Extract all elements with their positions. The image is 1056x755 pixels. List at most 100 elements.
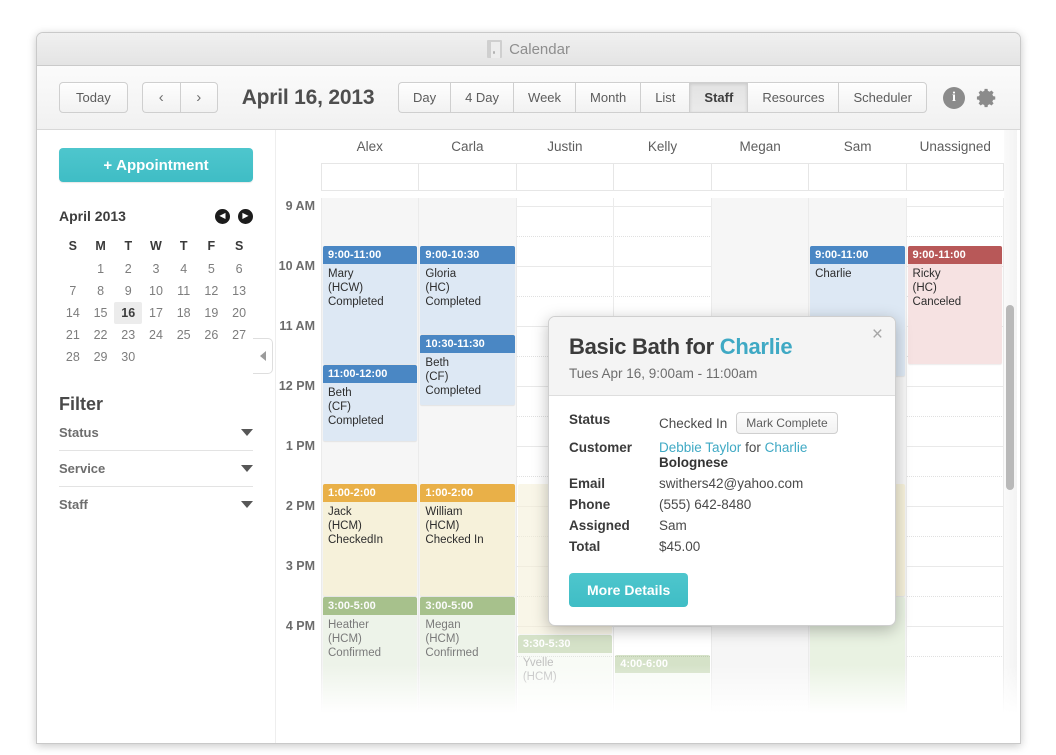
sidebar-collapse-handle[interactable] <box>253 338 273 374</box>
staff-column-header-sam[interactable]: Sam <box>809 130 907 163</box>
customer-link[interactable]: Debbie Taylor <box>659 440 741 455</box>
calendar-event[interactable]: 1:00-2:00 Jack (HCM) CheckedIn <box>323 484 418 596</box>
total-label: Total <box>569 539 601 554</box>
filter-row-service[interactable]: Service <box>59 451 253 487</box>
customer-label: Customer <box>569 440 633 455</box>
new-appointment-button[interactable]: + Appointment <box>59 148 253 182</box>
gear-icon[interactable] <box>976 87 998 109</box>
view-button-scheduler[interactable]: Scheduler <box>838 82 927 113</box>
mini-calendar-day[interactable]: 4 <box>170 258 198 280</box>
mini-calendar-day[interactable]: 24 <box>142 324 170 346</box>
event-name: Jack <box>328 506 352 518</box>
mini-calendar-next-icon[interactable]: ▶ <box>238 208 253 224</box>
mini-calendar-day[interactable]: 3 <box>142 258 170 280</box>
staff-lane-alex[interactable]: 9:00-11:00 Mary (HCW) Completed 11:00-12:00 B… <box>321 198 420 743</box>
email-label: Email <box>569 476 606 491</box>
mini-calendar-day[interactable]: 26 <box>198 324 226 346</box>
calendar-event[interactable]: 3:00-5:00 Heather (HCM) Confirmed <box>323 597 418 717</box>
filter-row-staff[interactable]: Staff <box>59 487 253 522</box>
mini-calendar-day[interactable]: 6 <box>225 258 253 280</box>
mini-calendar-day[interactable]: 7 <box>59 280 87 302</box>
all-day-cell[interactable] <box>809 163 907 191</box>
staff-lane-unassigned[interactable]: 9:00-11:00 Ricky (HC) Canceled <box>907 198 1004 743</box>
mini-calendar-day[interactable]: 17 <box>142 302 170 324</box>
view-button-week[interactable]: Week <box>513 82 576 113</box>
event-body: Yvelle (HCM) <box>518 653 612 687</box>
staff-column-header-carla[interactable]: Carla <box>419 130 517 163</box>
mini-calendar-prev-icon[interactable]: ◀ <box>215 208 230 224</box>
all-day-cell[interactable] <box>516 163 615 191</box>
calendar-event[interactable]: 1:00-2:00 William (HCM) Checked In <box>420 484 515 596</box>
mini-calendar-day[interactable]: 18 <box>170 302 198 324</box>
mini-calendar-header: April 2013 ◀ ▶ <box>59 208 253 224</box>
calendar-event[interactable]: 9:00-10:30 Gloria (HC) Completed <box>420 246 515 334</box>
calendar-scrollbar-thumb[interactable] <box>1006 305 1014 490</box>
info-icon[interactable]: i <box>943 86 965 109</box>
calendar-event[interactable]: 11:00-12:00 Beth (CF) Completed <box>323 365 418 441</box>
next-date-button[interactable]: › <box>179 82 218 113</box>
mini-calendar-day[interactable]: 9 <box>114 280 142 302</box>
calendar-scrollbar[interactable] <box>1004 130 1017 743</box>
view-button-list[interactable]: List <box>640 82 690 113</box>
calendar-event[interactable]: 10:30-11:30 Beth (CF) Completed <box>420 335 515 405</box>
mini-calendar-day[interactable]: 10 <box>142 280 170 302</box>
mini-calendar-day[interactable]: 28 <box>59 346 87 368</box>
mini-calendar-day[interactable]: 23 <box>114 324 142 346</box>
mini-calendar-day[interactable]: 30 <box>114 346 142 368</box>
mini-calendar-day[interactable]: 12 <box>198 280 226 302</box>
staff-column-header-megan[interactable]: Megan <box>711 130 809 163</box>
mark-complete-button[interactable]: Mark Complete <box>736 412 838 434</box>
mini-calendar-day[interactable]: 20 <box>225 302 253 324</box>
more-details-button[interactable]: More Details <box>569 573 689 607</box>
all-day-cell[interactable] <box>906 163 1004 191</box>
mini-calendar-day[interactable]: 11 <box>170 280 198 302</box>
mini-calendar-day[interactable]: 1 <box>87 258 115 280</box>
mini-calendar-day[interactable]: 29 <box>87 346 115 368</box>
today-button[interactable]: Today <box>59 82 128 113</box>
mini-calendar-day[interactable]: 15 <box>87 302 115 324</box>
view-button-4-day[interactable]: 4 Day <box>450 82 514 113</box>
event-status: Canceled <box>912 296 962 308</box>
total-value: $45.00 <box>659 539 701 554</box>
staff-lane-carla[interactable]: 9:00-10:30 Gloria (HC) Completed 10:30-11:30… <box>419 198 517 743</box>
mini-calendar-day[interactable]: 19 <box>198 302 226 324</box>
calendar-event[interactable]: 3:30-5:30 Yvelle (HCM) <box>517 635 613 725</box>
mini-calendar-day[interactable]: 25 <box>170 324 198 346</box>
mini-calendar-day-empty <box>225 346 253 368</box>
calendar-event[interactable]: 3:00-5:00 Megan (HCM) Confirmed <box>420 597 515 717</box>
popup-header: × Basic Bath for Charlie Tues Apr 16, 9:… <box>549 317 895 396</box>
close-icon[interactable]: × <box>872 325 883 344</box>
mini-calendar-day[interactable]: 27 <box>225 324 253 346</box>
all-day-cell[interactable] <box>614 163 712 191</box>
event-code: (HC) <box>425 282 450 294</box>
all-day-cell[interactable] <box>711 163 810 191</box>
staff-column-header-kelly[interactable]: Kelly <box>614 130 712 163</box>
mini-calendar-day[interactable]: 16 <box>114 302 143 324</box>
view-button-month[interactable]: Month <box>575 82 641 113</box>
mini-calendar-day[interactable]: 14 <box>59 302 87 324</box>
calendar-event[interactable]: 9:00-11:00 Mary (HCW) Completed <box>323 246 418 364</box>
staff-column-header-unassigned[interactable]: Unassigned <box>906 130 1004 163</box>
mini-calendar-day[interactable]: 2 <box>114 258 142 280</box>
view-button-resources[interactable]: Resources <box>747 82 839 113</box>
mini-calendar-day[interactable]: 21 <box>59 324 87 346</box>
view-button-day[interactable]: Day <box>397 82 451 113</box>
filter-row-status[interactable]: Status <box>59 415 253 451</box>
mini-calendar-day[interactable]: 5 <box>198 258 226 280</box>
pet-link[interactable]: Charlie <box>765 440 808 455</box>
view-button-staff[interactable]: Staff <box>689 82 748 113</box>
event-time: 9:00-11:00 <box>810 246 905 264</box>
calendar-event[interactable]: 4:00-6:00 <box>615 655 710 725</box>
prev-date-button[interactable]: ‹ <box>141 82 180 113</box>
staff-column-header-alex[interactable]: Alex <box>321 130 419 163</box>
assigned-label: Assigned <box>569 518 630 533</box>
popup-row-email: Email swithers42@yahoo.com <box>569 476 875 491</box>
staff-column-header-justin[interactable]: Justin <box>516 130 614 163</box>
event-name: Yvelle <box>522 657 554 669</box>
mini-calendar-day[interactable]: 22 <box>87 324 115 346</box>
mini-calendar-day[interactable]: 13 <box>225 280 253 302</box>
all-day-cell[interactable] <box>321 163 420 191</box>
mini-calendar-day[interactable]: 8 <box>87 280 115 302</box>
calendar-event[interactable]: 9:00-11:00 Ricky (HC) Canceled <box>907 246 1002 364</box>
all-day-cell[interactable] <box>419 163 517 191</box>
